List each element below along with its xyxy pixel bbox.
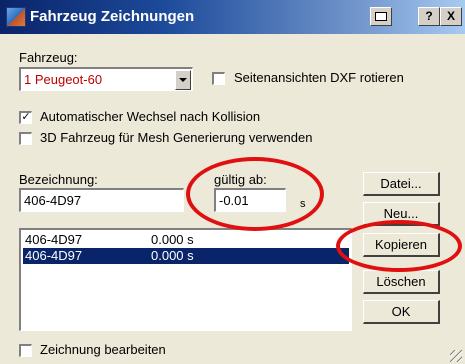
file-button[interactable]: Datei... <box>363 172 440 196</box>
list-item-name: 406-4D97 <box>25 248 83 263</box>
vehicle-selected-value: 1 Peugeot-60 <box>24 72 103 87</box>
valid-from-input[interactable]: -0.01 <box>214 188 286 212</box>
list-item-time: 0.000 s <box>151 232 194 247</box>
rotate-dxf-label: Seitenansichten DXF rotieren <box>234 70 404 85</box>
valid-from-unit: s <box>300 198 306 210</box>
mesh-3d-label: 3D Fahrzeug für Mesh Generierung verwend… <box>40 130 313 145</box>
copy-button[interactable]: Kopieren <box>363 233 440 257</box>
delete-button[interactable]: Löschen <box>363 270 440 294</box>
printer-icon <box>375 12 387 21</box>
valid-from-label: gültig ab: <box>214 172 267 187</box>
help-button[interactable]: ? <box>418 7 440 26</box>
list-item-name: 406-4D97 <box>25 232 83 247</box>
ok-button[interactable]: OK <box>363 300 440 324</box>
window-title: Fahrzeug Zeichnungen <box>30 8 195 25</box>
list-item-time: 0.000 s <box>151 248 194 263</box>
valid-from-value: -0.01 <box>219 193 249 208</box>
auto-switch-label: Automatischer Wechsel nach Kollision <box>40 109 261 124</box>
vehicle-combo[interactable]: 1 Peugeot-60 <box>19 67 193 91</box>
designation-input[interactable]: 406-4D97 <box>19 188 184 212</box>
print-button[interactable] <box>370 7 392 26</box>
rotate-dxf-checkbox[interactable] <box>212 72 225 85</box>
designation-label: Bezeichnung: <box>19 172 98 187</box>
new-button[interactable]: Neu... <box>363 202 440 226</box>
close-button[interactable]: X <box>440 7 462 26</box>
auto-switch-checkbox[interactable]: ✓ <box>19 111 32 124</box>
vehicle-label: Fahrzeug: <box>19 50 78 65</box>
checkmark-icon: ✓ <box>21 111 31 123</box>
list-item-selected[interactable]: 406-4D97 0.000 s <box>23 248 349 264</box>
edit-drawing-checkbox[interactable] <box>19 344 32 357</box>
chevron-down-icon <box>179 78 187 82</box>
drawing-list[interactable]: 406-4D97 0.000 s 406-4D97 0.000 s <box>19 228 352 331</box>
combo-dropdown-button[interactable] <box>175 70 191 90</box>
list-item[interactable]: 406-4D97 0.000 s <box>23 232 349 248</box>
edit-drawing-label: Zeichnung bearbeiten <box>40 342 166 357</box>
designation-value: 406-4D97 <box>24 193 82 208</box>
resize-grip-icon[interactable] <box>450 350 462 362</box>
mesh-3d-checkbox[interactable] <box>19 132 32 145</box>
app-icon <box>6 7 26 27</box>
